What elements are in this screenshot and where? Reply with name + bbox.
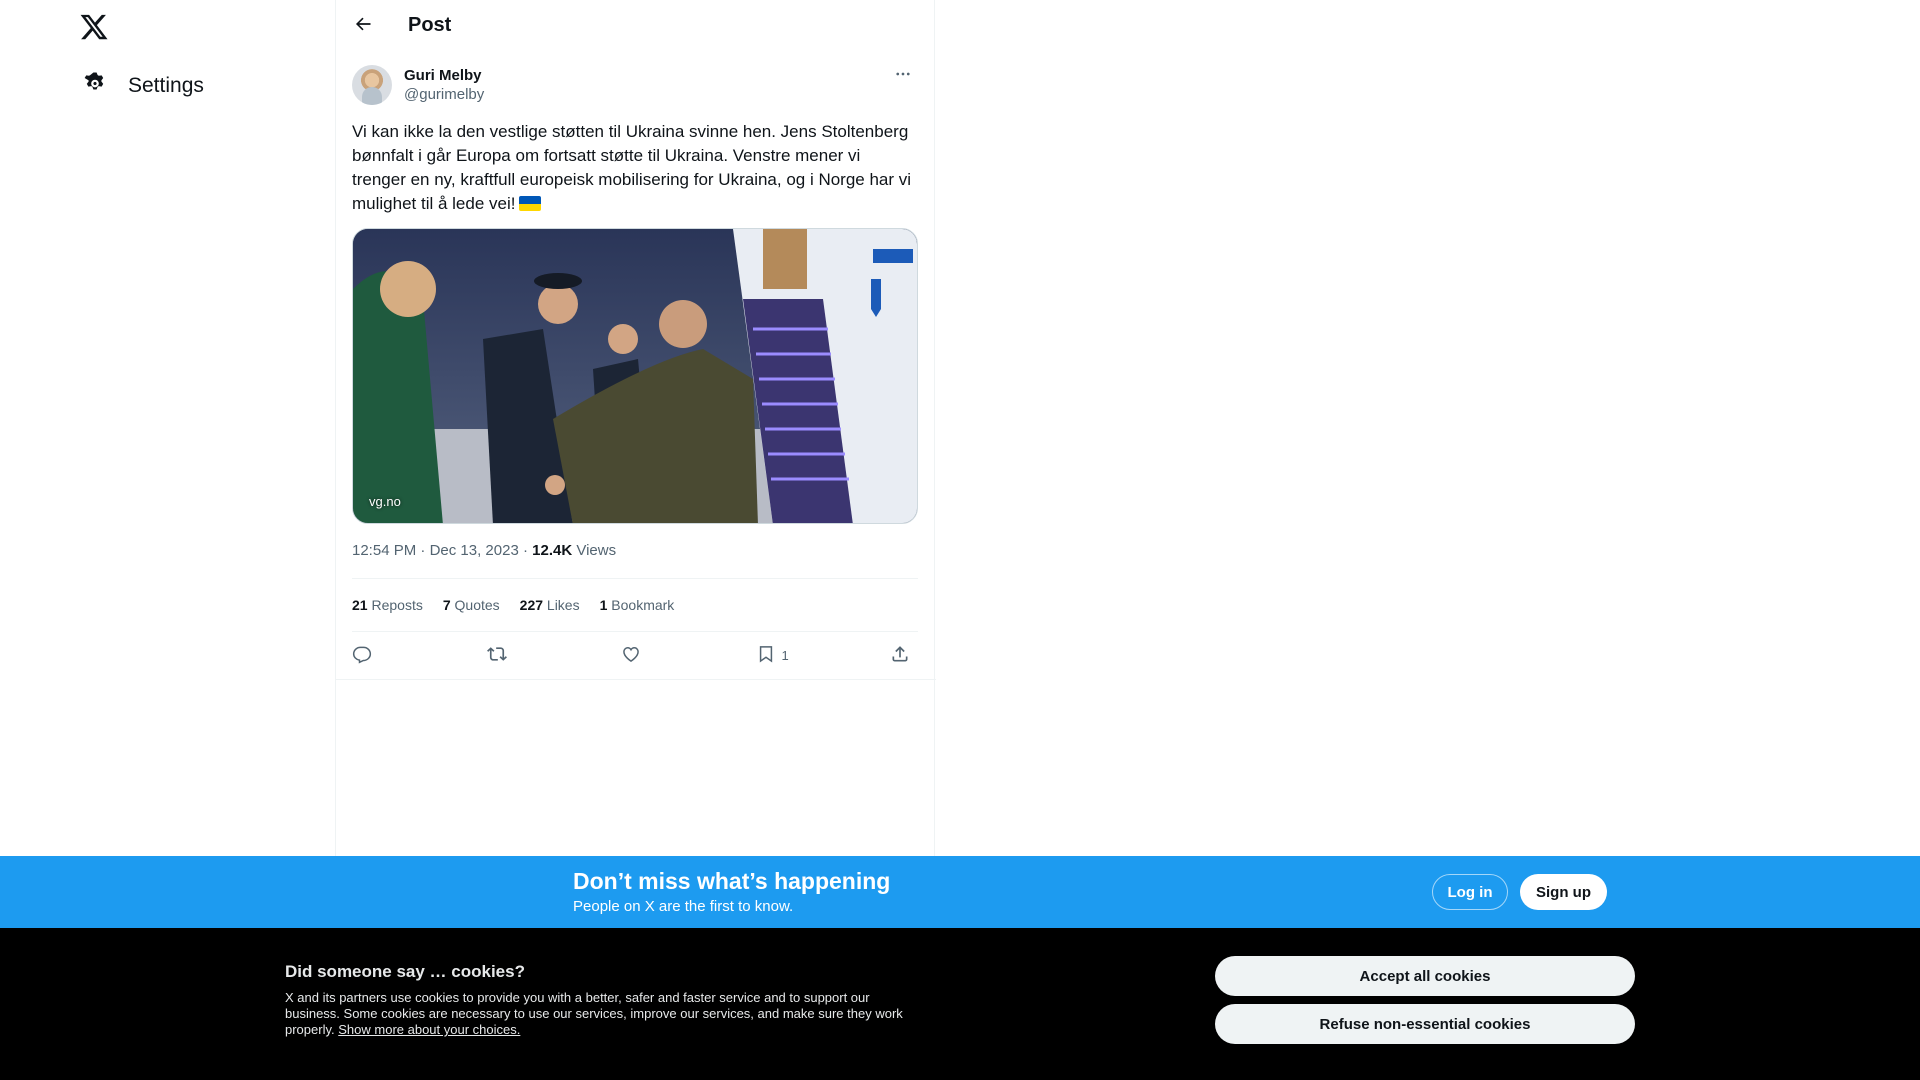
author-name[interactable]: Guri Melby xyxy=(404,67,484,84)
banner-title: Don’t miss what’s happening xyxy=(573,868,891,894)
reposts-label: Reposts xyxy=(371,597,423,613)
post: Guri Melby @gurimelby Vi kan ikke la den… xyxy=(336,64,936,680)
cookie-title: Did someone say … cookies? xyxy=(285,962,525,981)
bookmark-count: 1 xyxy=(781,648,789,663)
bookmarks-label: Bookmark xyxy=(611,597,675,613)
sidebar-item-settings[interactable]: Settings xyxy=(70,66,216,106)
share-button[interactable] xyxy=(890,644,920,667)
post-stats: 21 Reposts 7 Quotes 227 Likes 1 Bookmark xyxy=(352,578,918,632)
reply-icon xyxy=(352,644,372,667)
views-count: 12.4K xyxy=(532,542,573,559)
post-time: 12:54 PM xyxy=(352,542,417,559)
accept-cookies-button[interactable]: Accept all cookies xyxy=(1215,956,1635,996)
signup-button[interactable]: Sign up xyxy=(1520,874,1607,910)
more-options-button[interactable] xyxy=(888,66,918,86)
meta-separator: · xyxy=(420,542,426,559)
top-bar: Post xyxy=(336,0,936,53)
refuse-cookies-button[interactable]: Refuse non-essential cookies xyxy=(1215,1004,1635,1044)
views-label: Views xyxy=(576,542,617,559)
heart-icon xyxy=(621,644,641,667)
quotes-label: Quotes xyxy=(454,597,500,613)
cookie-description: X and its partners use cookies to provid… xyxy=(285,990,925,1038)
bookmark-button[interactable]: 1 xyxy=(756,644,789,667)
post-text: Vi kan ikke la den vestlige støtten til … xyxy=(352,120,918,216)
sidebar-item-label: Settings xyxy=(128,74,204,97)
post-date: Dec 13, 2023 xyxy=(429,542,519,559)
post-meta: 12:54 PM · Dec 13, 2023 · 12.4K Views xyxy=(352,542,918,562)
back-button[interactable] xyxy=(346,9,380,43)
quotes-count: 7 xyxy=(442,597,451,613)
quotes-stat[interactable]: 7 Quotes xyxy=(443,597,500,613)
post-timestamp[interactable]: 12:54 PM · Dec 13, 2023 xyxy=(352,542,519,559)
author-handle[interactable]: @gurimelby xyxy=(404,86,484,103)
likes-label: Likes xyxy=(546,597,580,613)
post-media-card[interactable]: vg.no xyxy=(352,228,918,524)
login-button[interactable]: Log in xyxy=(1432,874,1508,910)
post-body: Vi kan ikke la den vestlige støtten til … xyxy=(352,122,912,213)
reposts-count: 21 xyxy=(352,597,368,613)
ukraine-flag-icon xyxy=(519,196,542,211)
post-photo xyxy=(353,229,917,523)
cookie-choices-link[interactable]: Show more about your choices. xyxy=(338,1022,520,1037)
post-actions: 1 xyxy=(336,632,936,680)
repost-icon xyxy=(486,644,507,667)
author-info: Guri Melby @gurimelby xyxy=(404,67,484,103)
likes-count: 227 xyxy=(519,597,544,613)
media-source-label: vg.no xyxy=(369,494,401,509)
more-horizontal-icon xyxy=(894,65,912,88)
reposts-stat[interactable]: 21 Reposts xyxy=(352,597,423,613)
meta-separator: · xyxy=(522,542,528,559)
page-title: Post xyxy=(408,14,452,36)
x-logo-icon[interactable] xyxy=(79,12,109,42)
bookmark-icon xyxy=(756,644,776,667)
arrow-left-icon xyxy=(353,14,373,39)
bookmarks-count: 1 xyxy=(599,597,608,613)
like-button[interactable] xyxy=(621,644,651,667)
gear-icon xyxy=(82,70,108,102)
post-author: Guri Melby @gurimelby xyxy=(352,64,918,106)
likes-stat[interactable]: 227 Likes xyxy=(520,597,580,613)
repost-button[interactable] xyxy=(486,644,517,667)
bookmarks-stat[interactable]: 1 Bookmark xyxy=(600,597,675,613)
share-icon xyxy=(890,644,910,667)
login-banner: Don’t miss what’s happening People on X … xyxy=(0,856,1920,928)
reply-button[interactable] xyxy=(352,644,382,667)
banner-subtitle: People on X are the first to know. xyxy=(573,898,794,915)
cookie-consent-bar: Did someone say … cookies? X and its par… xyxy=(0,928,1920,1080)
avatar[interactable] xyxy=(352,65,392,105)
